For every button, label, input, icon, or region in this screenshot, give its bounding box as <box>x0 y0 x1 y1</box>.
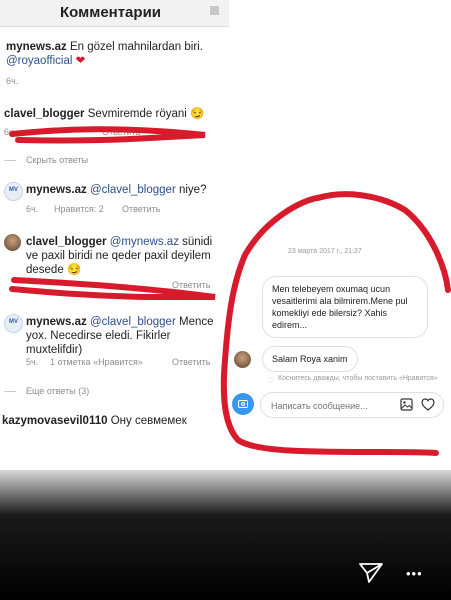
heart-icon[interactable] <box>421 398 435 411</box>
page-title: Комментарии <box>60 4 162 21</box>
comment-time: 6ч. <box>26 204 39 214</box>
comment-username[interactable]: mynews.az <box>26 316 87 328</box>
comment-username[interactable]: clavel_blogger <box>4 108 85 120</box>
reply-button[interactable]: Ответить <box>172 357 210 367</box>
header-icon[interactable] <box>210 6 219 15</box>
comment-1: mynews.az En gözel mahnilardan biri. <box>6 40 203 54</box>
avatar[interactable]: MV <box>4 314 23 333</box>
send-icon[interactable] <box>358 562 384 584</box>
comment-5: mynews.az @clavel_blogger Mence <box>26 315 214 329</box>
story-footer: ••• <box>0 470 451 600</box>
message-input-bar <box>260 392 444 418</box>
comment-username[interactable]: clavel_blogger <box>26 236 107 248</box>
hide-replies-button[interactable]: Скрыть ответы <box>26 155 88 165</box>
comment-1-line2: @royaofficial ❤ <box>6 54 85 68</box>
camera-button[interactable] <box>232 393 254 415</box>
comment-text: Ону севмемек <box>110 415 187 427</box>
message-bubble[interactable]: Salam Roya xanim <box>262 346 358 372</box>
smirk-emoji: 😏 <box>190 108 205 120</box>
mention-link[interactable]: @mynews.az <box>110 236 179 248</box>
comment-time: 5ч. <box>26 357 39 367</box>
smirk-emoji: 😏 <box>66 264 82 276</box>
divider <box>4 391 16 392</box>
comment-text: Mence <box>178 316 214 328</box>
comment-text: desede <box>26 264 64 276</box>
comment-username[interactable]: mynews.az <box>6 41 67 53</box>
likes-count[interactable]: 1 отметка «Нравится» <box>50 357 143 367</box>
comment-time: 6ч. <box>4 127 17 137</box>
comment-text: ve paxil biridi ne qeder paxil deyilem <box>26 250 211 262</box>
mention-link[interactable]: @clavel_blogger <box>90 316 176 328</box>
mention-link[interactable]: @clavel_blogger <box>90 184 176 196</box>
message-timestamp: 23 марта 2017 г., 21:37 <box>288 248 362 255</box>
comment-username[interactable]: kazymovasevil0110 <box>2 415 108 427</box>
avatar-initials: MV <box>9 187 18 193</box>
divider <box>4 160 16 161</box>
comment-username[interactable]: mynews.az <box>26 184 87 196</box>
comment-text: sünidi <box>182 236 213 248</box>
more-replies-button[interactable]: Еще ответы (3) <box>26 386 89 396</box>
message-input[interactable] <box>269 397 393 415</box>
comment-text: muxtelifdir) <box>26 344 83 356</box>
comment-text: En gözel mahnilardan biri. <box>69 41 203 53</box>
incoming-message[interactable]: Men telebeyem oxumaq ucun vesaitlerimi a… <box>262 276 428 338</box>
comment-text: Sevmiremde röyani <box>87 108 187 120</box>
like-hint-text: Коснитесь дважды, чтобы поставить «Нрави… <box>278 375 438 382</box>
comment-time: 6ч. <box>6 76 19 86</box>
comments-header: Комментарии <box>0 0 229 27</box>
avatar[interactable] <box>234 351 251 368</box>
mention-link[interactable]: @royaofficial <box>6 55 72 67</box>
comment-2: clavel_blogger Sevmiremde röyani 😏 <box>4 107 204 121</box>
reply-button[interactable]: Ответить <box>172 280 210 290</box>
comment-4: clavel_blogger @mynews.az sünidi <box>26 235 212 249</box>
avatar[interactable] <box>4 234 21 251</box>
avatar[interactable]: MV <box>4 182 23 201</box>
story-screenshot: Комментарии mynews.az En gözel mahnilard… <box>0 0 451 600</box>
gallery-icon[interactable] <box>400 398 413 411</box>
reply-button[interactable]: Ответить <box>102 127 140 137</box>
avatar-initials: MV <box>9 319 18 325</box>
comment-text: niye? <box>178 184 207 196</box>
heart-emoji: ❤ <box>75 55 86 67</box>
comment-6: kazymovasevil0110 Ону севмемек <box>2 414 187 428</box>
likes-count[interactable]: Нравится: 2 <box>54 204 104 214</box>
more-icon[interactable]: ••• <box>406 566 423 581</box>
comment-text: yox. Necedirse eledi. Fikirler <box>26 330 171 342</box>
reply-button[interactable]: Ответить <box>122 204 160 214</box>
comment-3: mynews.az @clavel_blogger niye? <box>26 183 206 197</box>
comment-4-line3: desede 😏 <box>26 263 81 277</box>
